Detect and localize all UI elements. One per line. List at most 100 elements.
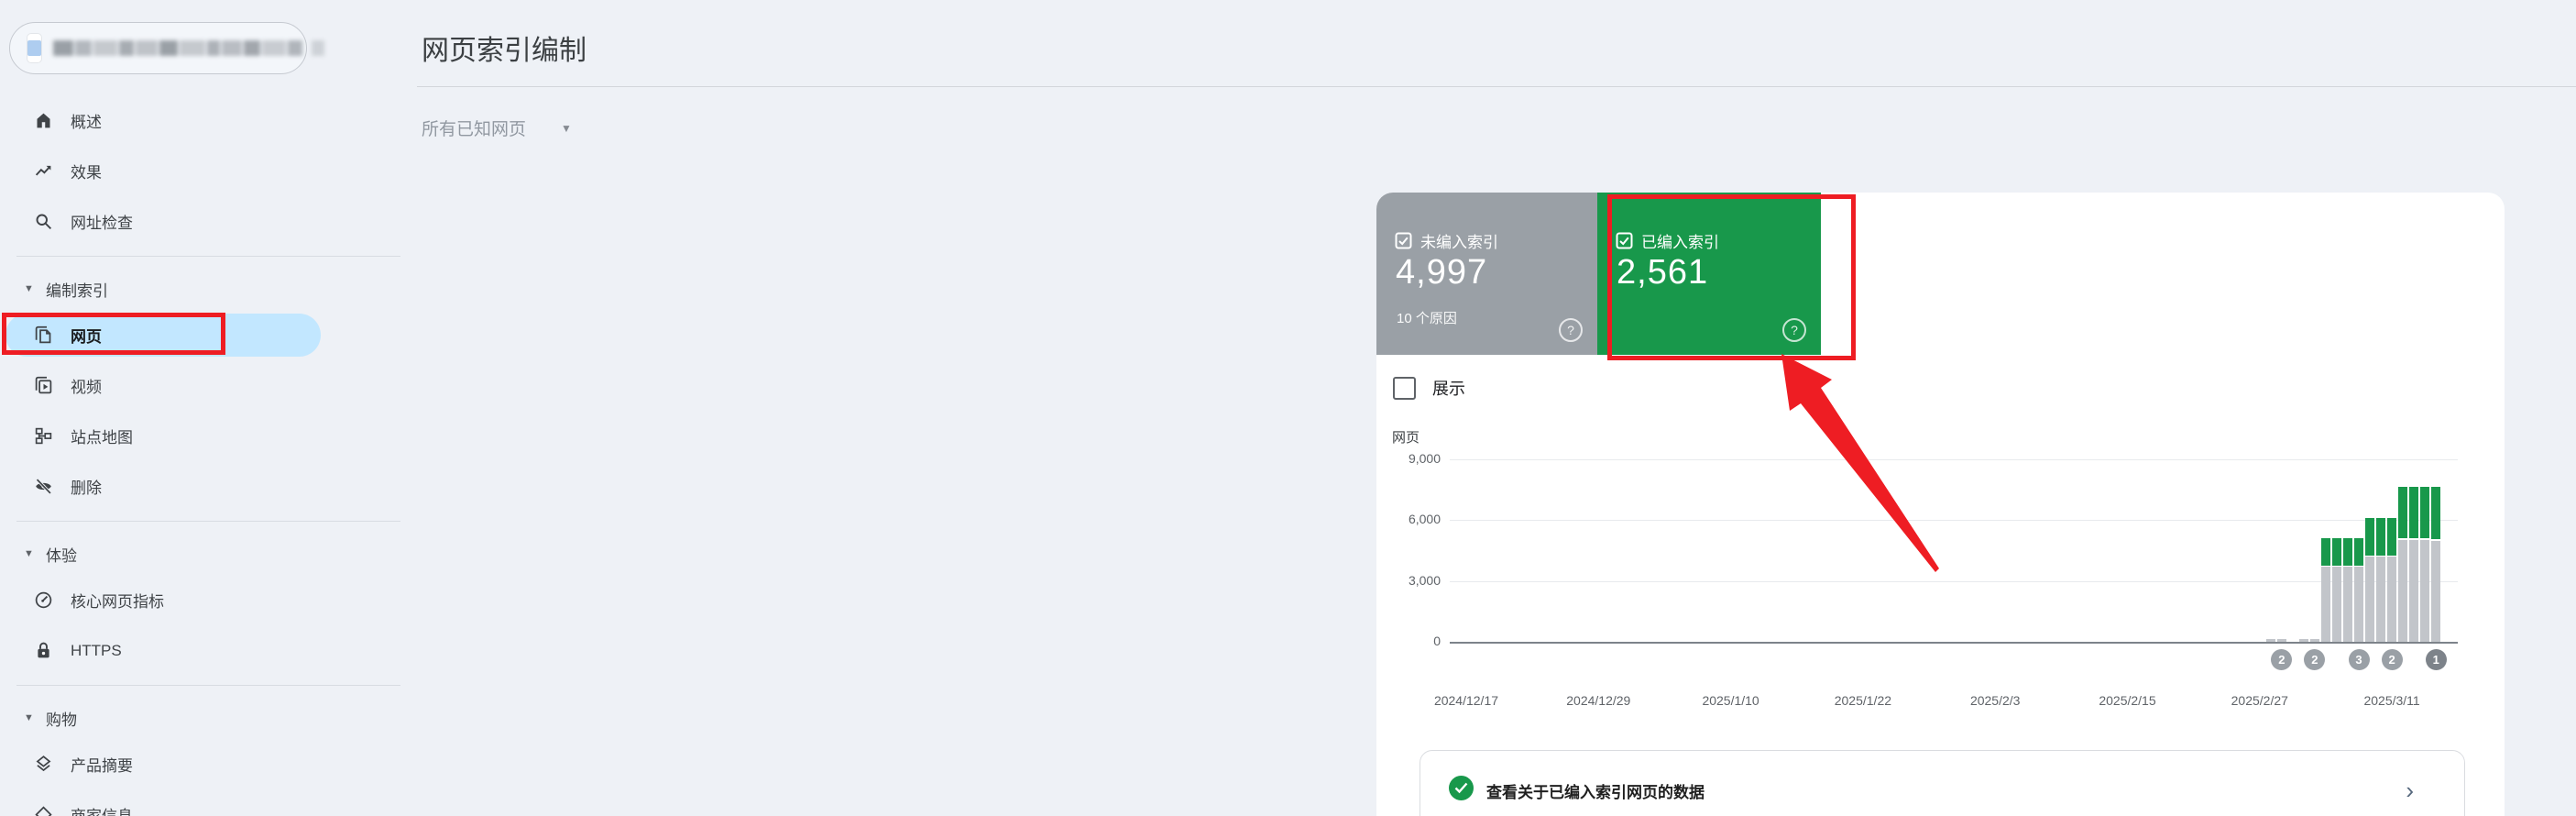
filter-label: 所有已知网页 (422, 116, 526, 140)
sidebar-item-产品摘要[interactable]: 产品摘要 (0, 739, 417, 789)
chart-marker-3[interactable]: 3 (2349, 649, 2370, 670)
sidebar-item-视频[interactable]: 视频 (0, 360, 417, 411)
bar-unindexed (2409, 540, 2418, 642)
x-axis-tick: 2024/12/17 (1411, 693, 1521, 708)
sidebar-item-站点地图[interactable]: 站点地图 (0, 411, 417, 461)
search-icon (33, 212, 53, 232)
x-axis-tick: 2025/1/22 (1808, 693, 1918, 708)
removals-icon (33, 477, 53, 497)
help-icon[interactable]: ? (1782, 318, 1806, 342)
bar-unindexed (2365, 557, 2374, 642)
property-name-redacted (53, 40, 326, 56)
bar-indexed (2376, 518, 2385, 556)
pages-icon (33, 325, 53, 346)
sidebar-nav: 概述效果网址检查 ▼编制索引网页视频站点地图删除 ▼体验核心网页指标HTTPS ▼购物… (0, 95, 417, 816)
gridline-9,000 (1450, 459, 2458, 460)
chevron-right-icon[interactable]: › (2406, 777, 2414, 805)
sidebar-divider (16, 685, 400, 686)
sidebar-section-编制索引[interactable]: ▼编制索引 (0, 268, 417, 310)
bar-unindexed (2354, 567, 2363, 642)
sidebar-item-效果[interactable]: 效果 (0, 146, 417, 196)
bar-indexed (2354, 538, 2363, 566)
bar-unindexed (2321, 567, 2330, 642)
chart-marker-1[interactable]: 1 (2426, 649, 2447, 670)
impressions-label: 展示 (1432, 376, 1465, 400)
performance-icon (33, 161, 53, 182)
bar-unindexed (2376, 557, 2385, 642)
sidebar-item-概述[interactable]: 概述 (0, 95, 417, 146)
caret-down-icon: ▼ (24, 283, 34, 294)
x-axis-tick: 2025/2/3 (1940, 693, 2050, 708)
page-title: 网页索引编制 (422, 28, 586, 68)
sidebar-item-删除[interactable]: 删除 (0, 461, 417, 512)
sidebar-section-体验[interactable]: ▼体验 (0, 533, 417, 575)
view-indexed-data-banner[interactable]: 查看关于已编入索引网页的数据 › (1420, 750, 2465, 816)
chart-marker-2[interactable]: 2 (2382, 649, 2403, 670)
lock-icon (33, 641, 53, 661)
indexed-summary-card[interactable]: 已编入索引 2,561 ? (1597, 193, 1821, 355)
unindexed-summary-card[interactable]: 未编入索引 4,997 10 个原因 ? (1376, 193, 1597, 355)
bar-indexed (2332, 538, 2341, 566)
header-divider (417, 86, 2576, 87)
bar-unindexed (2431, 541, 2440, 642)
unindexed-value: 4,997 (1396, 253, 1487, 292)
bar-indexed (2398, 487, 2407, 538)
x-axis-tick: 2025/2/27 (2205, 693, 2315, 708)
home-icon (33, 111, 53, 131)
sidebar-section-购物[interactable]: ▼购物 (0, 697, 417, 739)
gridline-3,000 (1450, 581, 2458, 582)
x-axis-tick: 2025/1/10 (1676, 693, 1786, 708)
indexed-label: 已编入索引 (1641, 229, 1719, 252)
bar-indexed (2431, 487, 2440, 539)
sidebar-divider (16, 521, 400, 522)
y-axis-tick: 6,000 (1386, 512, 1441, 526)
bar-unindexed (2299, 639, 2308, 642)
bar-unindexed (2266, 639, 2275, 642)
caret-down-icon: ▼ (24, 712, 34, 723)
unindexed-label: 未编入索引 (1420, 229, 1498, 252)
y-axis-tick: 0 (1386, 634, 1441, 648)
sidebar-item-网址检查[interactable]: 网址检查 (0, 196, 417, 247)
bar-indexed (2409, 487, 2418, 538)
site-favicon (27, 33, 42, 63)
sidebar-item-网页[interactable]: 网页 (0, 310, 417, 360)
bar-unindexed (2420, 540, 2429, 642)
x-axis-tick: 2025/2/15 (2073, 693, 2183, 708)
x-axis-tick: 2024/12/29 (1543, 693, 1653, 708)
bar-indexed (2365, 518, 2374, 556)
bar-indexed (2420, 487, 2429, 538)
sidebar-item-商家信息[interactable]: 商家信息 (0, 789, 417, 816)
bar-unindexed (2343, 567, 2352, 642)
indexed-value: 2,561 (1617, 253, 1708, 292)
unindexed-reasons: 10 个原因 (1397, 308, 1457, 327)
y-axis-tick: 9,000 (1386, 451, 1441, 466)
checkbox-unchecked-icon[interactable] (1393, 377, 1416, 400)
chevron-down-icon: ▼ (561, 122, 572, 135)
chart-y-axis-title: 网页 (1392, 427, 1420, 447)
property-selector[interactable] (9, 22, 307, 74)
bar-unindexed (2387, 557, 2396, 642)
banner-text: 查看关于已编入索引网页的数据 (1486, 779, 1705, 802)
check-circle-icon (1449, 776, 1474, 800)
page: 概述效果网址检查▼编制索引网页视频站点地图删除▼体验核心网页指标HTTPS▼购物… (0, 0, 2576, 816)
bar-unindexed (2310, 639, 2319, 642)
core-web-vitals-icon (33, 590, 53, 611)
y-axis-tick: 3,000 (1386, 573, 1441, 588)
bar-indexed (2343, 538, 2352, 566)
gridline-6,000 (1450, 520, 2458, 521)
impressions-checkbox[interactable]: 展示 (1393, 376, 1465, 400)
caret-down-icon: ▼ (24, 548, 34, 559)
bar-unindexed (2332, 567, 2341, 642)
bar-indexed (2387, 518, 2396, 556)
sidebar-divider (16, 256, 400, 257)
bar-unindexed (2277, 639, 2286, 642)
sidebar-item-HTTPS[interactable]: HTTPS (0, 625, 417, 676)
x-axis-tick: 2025/3/11 (2337, 693, 2447, 708)
help-icon[interactable]: ? (1559, 318, 1583, 342)
page-filter-dropdown[interactable]: 所有已知网页 ▼ (422, 116, 572, 140)
sidebar-item-核心网页指标[interactable]: 核心网页指标 (0, 575, 417, 625)
checked-checkbox-icon (1395, 232, 1412, 249)
gridline-0 (1450, 642, 2458, 644)
bar-indexed (2321, 538, 2330, 566)
sitemap-icon (33, 426, 53, 447)
